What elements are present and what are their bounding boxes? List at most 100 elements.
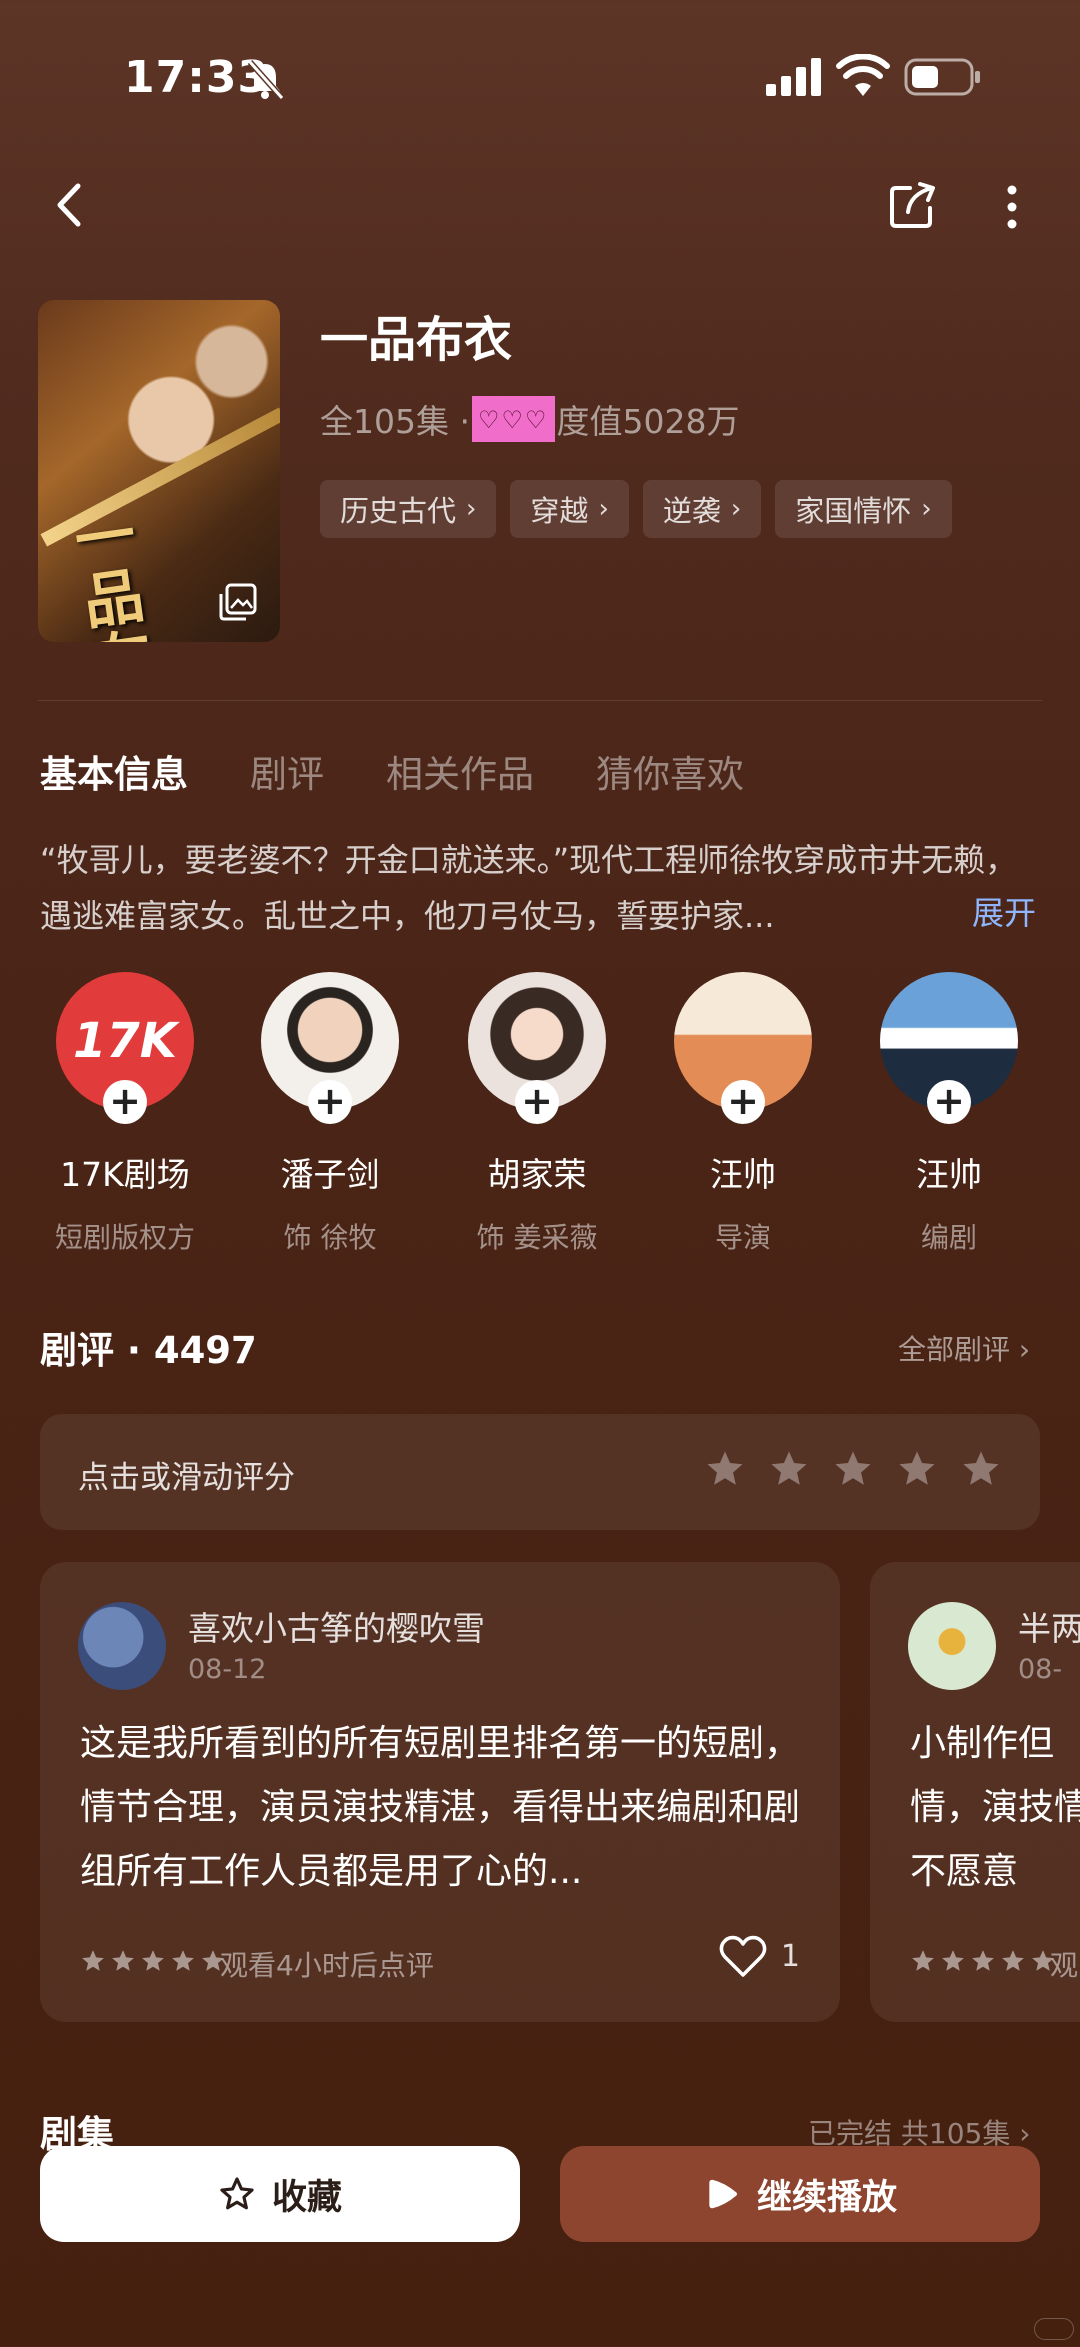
star-icon — [1002, 1950, 1024, 1971]
review-note: 观看4小时后点评 — [220, 1949, 434, 1982]
episode-count: 全105集 · — [320, 402, 470, 441]
cast-role: 短剧版权方 — [54, 1221, 195, 1254]
like-count: 1 — [780, 1938, 800, 1974]
signal-icon — [766, 58, 821, 96]
tag-chip[interactable]: 穿越 › — [510, 480, 629, 538]
review-card[interactable]: 喜欢小古筝的樱吹雪 08-12 这是我所看到的所有短剧里排名第一的短剧，情节合理… — [40, 1562, 840, 2022]
more-icon[interactable] — [1000, 182, 1024, 232]
back-icon[interactable] — [50, 180, 90, 230]
like-button[interactable]: 1 — [719, 1934, 800, 1978]
cast-item[interactable]: 17K + 17K剧场 短剧版权方 — [40, 972, 210, 1256]
watermark-icon — [1034, 2318, 1074, 2340]
star-icon — [912, 1950, 934, 1971]
chevron-right-icon: › — [921, 494, 932, 524]
star-icon — [942, 1950, 964, 1971]
star-icon[interactable] — [832, 1448, 874, 1490]
favorite-button[interactable]: 收藏 — [40, 2146, 520, 2242]
tab-recommendations[interactable]: 猜你喜欢 — [596, 744, 744, 798]
cast-name: 胡家荣 — [487, 1155, 587, 1194]
review-username[interactable]: 半两 — [1018, 1602, 1080, 1650]
tag-chip[interactable]: 逆袭 › — [642, 480, 762, 538]
review-text: 小制作但情，演技情不愿意 — [910, 1723, 1080, 1892]
all-reviews-link[interactable]: 全部剧评 › — [898, 1328, 1030, 1368]
star-outline-icon — [220, 2177, 254, 2210]
cast-role: 饰 徐牧 — [283, 1221, 377, 1254]
play-label: 继续播放 — [756, 2177, 897, 2218]
cast-item[interactable]: + 胡家荣 饰 姜采薇 — [452, 972, 622, 1256]
tab-basic-info[interactable]: 基本信息 — [40, 744, 188, 798]
avatar[interactable]: + — [468, 972, 606, 1124]
gallery-icon[interactable] — [218, 582, 258, 622]
share-icon[interactable] — [888, 180, 938, 230]
cast-item[interactable]: + 汪帅 导演 — [658, 972, 828, 1256]
cast-name: 汪帅 — [916, 1155, 982, 1194]
avatar[interactable] — [78, 1602, 166, 1690]
avatar[interactable]: 17K + — [56, 972, 194, 1124]
cast-role: 饰 姜采薇 — [476, 1221, 598, 1254]
cast-name: 潘子剑 — [280, 1155, 380, 1194]
synopsis-text: “牧哥儿，要老婆不？开金口就送来。”现代工程师徐牧穿成市井无赖，遇逃难富家女。乱… — [40, 841, 1018, 935]
star-icon[interactable] — [896, 1448, 938, 1490]
reviews-title: 剧评 · 4497 — [40, 1329, 257, 1372]
drama-title: 一品布衣 — [320, 312, 513, 368]
review-text: 这是我所看到的所有短剧里排名第一的短剧，情节合理，演员演技精湛，看得出来编剧和剧… — [80, 1723, 801, 1892]
rating-prompt: 点击或滑动评分 — [78, 1460, 295, 1496]
follow-plus-icon[interactable]: + — [308, 1080, 352, 1124]
review-stars — [80, 1948, 226, 1974]
favorite-label: 收藏 — [271, 2177, 342, 2218]
tag-chip[interactable]: 家国情怀 › — [775, 480, 952, 538]
follow-plus-icon[interactable]: + — [927, 1080, 971, 1124]
review-note: 观 — [1050, 1949, 1079, 1982]
review-card[interactable]: 半两 08- 小制作但情，演技情不愿意 观 — [870, 1562, 1080, 2022]
drama-poster[interactable]: 一品布衣 — [38, 300, 280, 642]
poster-title: 一品布衣 — [70, 499, 157, 642]
review-date: 08- — [1018, 1654, 1063, 1685]
tag-label: 家国情怀 — [795, 494, 912, 528]
star-icon — [82, 1950, 104, 1971]
section-tabs: 基本信息 剧评 相关作品 猜你喜欢 — [40, 744, 744, 798]
tag-label: 历史古代 — [340, 494, 457, 528]
cast-name: 汪帅 — [710, 1155, 776, 1194]
review-username[interactable]: 喜欢小古筝的樱吹雪 — [188, 1602, 485, 1650]
star-icon[interactable] — [704, 1448, 746, 1490]
divider — [38, 700, 1042, 701]
tag-chip[interactable]: 历史古代 › — [320, 480, 497, 538]
bell-off-icon — [247, 60, 284, 100]
expand-link[interactable]: 展开 — [972, 888, 1036, 934]
avatar[interactable]: + — [261, 972, 399, 1124]
heart-icon[interactable] — [719, 1934, 767, 1978]
tab-reviews[interactable]: 剧评 — [250, 744, 324, 798]
tab-related-works[interactable]: 相关作品 — [386, 744, 534, 798]
tag-label: 逆袭 — [662, 494, 721, 528]
review-date: 08-12 — [188, 1654, 267, 1685]
chevron-right-icon: › — [598, 494, 609, 524]
avatar[interactable]: + — [880, 972, 1018, 1124]
rating-bar[interactable]: 点击或滑动评分 — [40, 1414, 1040, 1530]
follow-plus-icon[interactable]: + — [721, 1080, 765, 1124]
rating-stars[interactable] — [704, 1448, 1002, 1490]
follow-plus-icon[interactable]: + — [515, 1080, 559, 1124]
star-icon[interactable] — [960, 1448, 1002, 1490]
star-icon — [112, 1950, 134, 1971]
battery-icon — [904, 58, 980, 96]
tag-label: 穿越 — [530, 494, 589, 528]
cast-list: 17K + 17K剧场 短剧版权方 + 潘子剑 饰 徐牧 + 胡家荣 饰 姜采薇 … — [40, 972, 1080, 1254]
cast-item[interactable]: + 潘子剑 饰 徐牧 — [245, 972, 415, 1256]
heat-value: 度值5028万 — [556, 402, 740, 441]
star-icon — [972, 1950, 994, 1971]
follow-plus-icon[interactable]: + — [103, 1080, 147, 1124]
cast-role: 导演 — [714, 1221, 771, 1254]
heart-sticker-icon: ♡♡♡ — [471, 396, 555, 442]
star-icon — [142, 1950, 164, 1971]
avatar[interactable] — [908, 1602, 996, 1690]
continue-play-button[interactable]: 继续播放 — [560, 2146, 1040, 2242]
star-icon — [172, 1950, 194, 1971]
play-icon — [709, 2179, 738, 2209]
review-stars — [910, 1948, 1056, 1974]
wifi-icon — [836, 54, 890, 96]
star-icon[interactable] — [768, 1448, 810, 1490]
chevron-right-icon: › — [466, 494, 477, 524]
cast-item[interactable]: + 汪帅 编剧 — [864, 972, 1034, 1256]
genre-tags: 历史古代 › 穿越 › 逆袭 › 家国情怀 › — [320, 480, 952, 538]
avatar[interactable]: + — [674, 972, 812, 1124]
